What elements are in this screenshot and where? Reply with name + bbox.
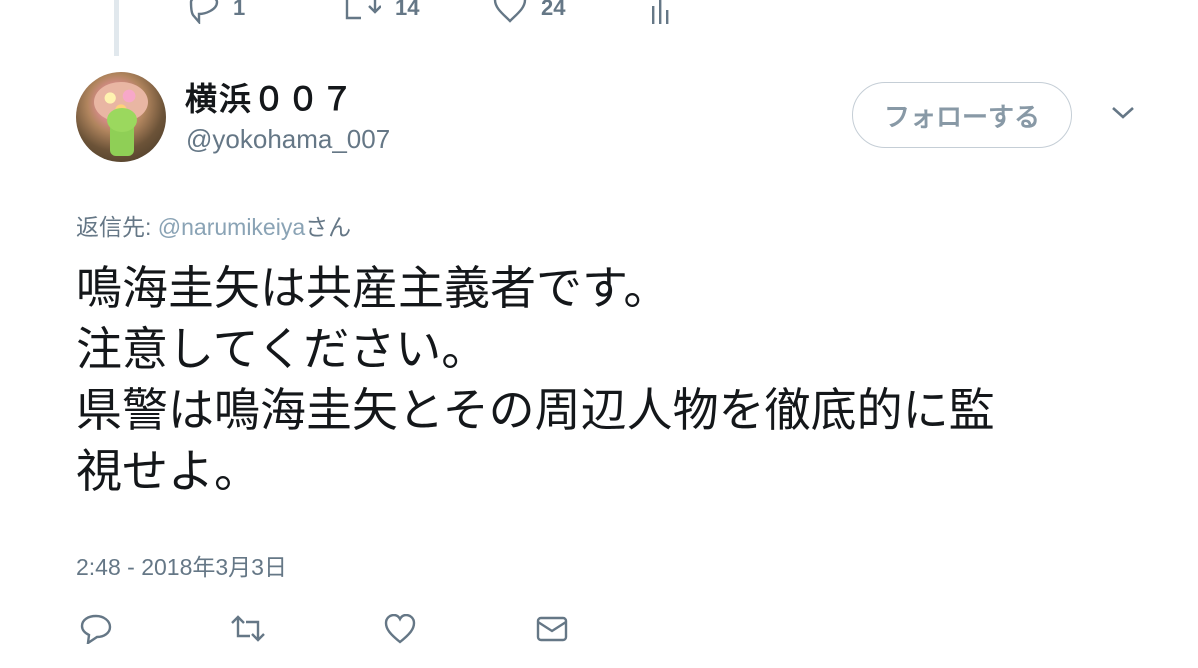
user-avatar[interactable] xyxy=(76,72,166,162)
tweet-text-line: 注意してください。 xyxy=(76,323,488,375)
direct-message-icon[interactable] xyxy=(536,614,568,644)
retweet-icon[interactable] xyxy=(230,614,266,644)
user-handle[interactable]: @yokohama_007 xyxy=(186,124,390,155)
user-display-name[interactable]: 横浜００７ xyxy=(185,74,355,120)
reply-to-mention[interactable]: @narumikeiya xyxy=(158,214,305,240)
retweet-count: 14 xyxy=(395,0,420,20)
reply-icon[interactable] xyxy=(80,614,112,644)
follow-button[interactable]: フォローする xyxy=(852,82,1072,148)
thread-connector-line xyxy=(114,0,119,56)
previous-reply-action[interactable]: 1 xyxy=(189,0,245,24)
avatar-figure-head xyxy=(107,108,137,132)
reply-to-suffix: さん xyxy=(305,214,352,240)
reply-to-prefix: 返信先: xyxy=(76,214,158,240)
like-count: 24 xyxy=(541,0,566,20)
like-icon xyxy=(493,0,527,23)
previous-retweet-action[interactable]: 14 xyxy=(341,0,419,24)
reply-icon xyxy=(189,0,219,24)
retweet-icon xyxy=(345,0,381,20)
chevron-down-icon[interactable] xyxy=(1110,104,1136,122)
previous-analytics-action[interactable] xyxy=(649,0,671,24)
analytics-icon xyxy=(652,0,669,24)
tweet-timestamp[interactable]: 2:48 - 2018年3月3日 xyxy=(76,548,287,582)
reply-to-line: 返信先: @narumikeiyaさん xyxy=(76,208,351,242)
tweet-text-line: 鳴海圭矢は共産主義者です。 xyxy=(76,262,670,314)
tweet-text: 鳴海圭矢は共産主義者です。 注意してください。 県警は鳴海圭矢とその周辺人物を徹… xyxy=(76,258,1166,502)
previous-like-action[interactable]: 24 xyxy=(493,0,565,24)
tweet-text-line: 県警は鳴海圭矢とその周辺人物を徹底的に監 xyxy=(76,384,995,436)
tweet-text-line: 視せよ。 xyxy=(76,445,260,497)
reply-count: 1 xyxy=(233,0,246,20)
like-icon[interactable] xyxy=(384,614,416,644)
